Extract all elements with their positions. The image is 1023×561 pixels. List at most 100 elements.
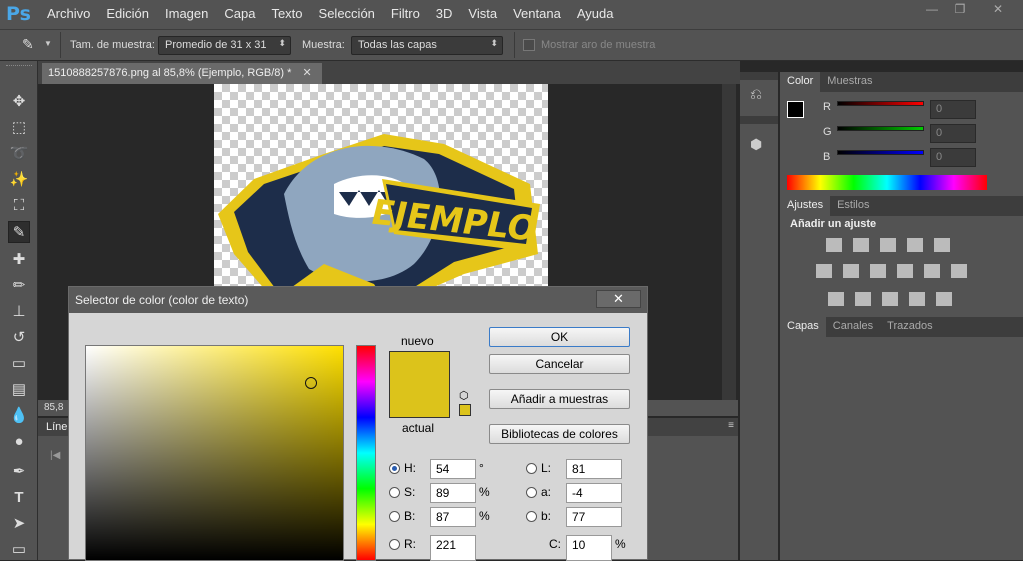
black-white-icon[interactable] xyxy=(870,264,886,278)
menu-filtro[interactable]: Filtro xyxy=(391,6,420,21)
gradient-map-icon[interactable] xyxy=(936,292,952,306)
green-slider[interactable] xyxy=(837,126,924,131)
vibrance-icon[interactable] xyxy=(934,238,950,252)
timeline-tab[interactable]: Líne xyxy=(46,421,67,433)
history-panel-icon[interactable]: ⎌ xyxy=(750,86,762,103)
minimize-button[interactable]: — xyxy=(922,2,942,16)
tab-canales[interactable]: Canales xyxy=(826,317,880,337)
eyedropper-tool-preset-icon[interactable]: ✎ xyxy=(22,36,40,54)
first-frame-icon[interactable]: |◀ xyxy=(50,450,60,461)
hue-field[interactable]: 54 xyxy=(430,459,476,479)
selective-color-icon[interactable] xyxy=(909,292,925,306)
tab-trazados[interactable]: Trazados xyxy=(880,317,939,337)
type-tool-icon[interactable]: T xyxy=(8,487,30,509)
hue-radio[interactable] xyxy=(389,463,400,474)
b-channel-radio[interactable] xyxy=(526,511,537,522)
eraser-tool-icon[interactable]: ▭ xyxy=(8,353,30,375)
chevron-down-icon[interactable]: ▼ xyxy=(44,39,52,48)
cancel-button[interactable]: Cancelar xyxy=(489,354,630,374)
eyedropper-tool-icon[interactable]: ✎ xyxy=(8,221,30,243)
menu-capa[interactable]: Capa xyxy=(224,6,255,21)
menu-seleccion[interactable]: Selección xyxy=(319,6,375,21)
menu-ayuda[interactable]: Ayuda xyxy=(577,6,614,21)
lasso-tool-icon[interactable]: ➰ xyxy=(8,143,30,165)
gamut-warning-cube-icon[interactable]: ⬡ xyxy=(459,389,469,402)
red-value-field[interactable]: 0 xyxy=(930,100,976,119)
a-channel-radio[interactable] xyxy=(526,487,537,498)
red-radio[interactable] xyxy=(389,539,400,550)
crop-tool-icon[interactable]: ⛶ xyxy=(8,195,30,217)
sample-select[interactable]: Todas las capas ⬍ xyxy=(351,36,503,55)
document-tab[interactable]: 1510888257876.png al 85,8% (Ejemplo, RGB… xyxy=(42,63,322,84)
blur-tool-icon[interactable]: 💧 xyxy=(8,405,30,427)
pen-tool-icon[interactable]: ✒ xyxy=(8,461,30,483)
brightness-radio[interactable] xyxy=(389,511,400,522)
invert-icon[interactable] xyxy=(828,292,844,306)
levels-icon[interactable] xyxy=(853,238,869,252)
blue-slider[interactable] xyxy=(837,150,924,155)
cyan-field[interactable]: 10 xyxy=(566,535,612,561)
vertical-scrollbar[interactable] xyxy=(722,84,736,400)
color-lookup-icon[interactable] xyxy=(951,264,967,278)
color-field-cursor[interactable] xyxy=(305,377,317,389)
saturation-field[interactable]: 89 xyxy=(430,483,476,503)
show-ring-checkbox[interactable] xyxy=(523,39,535,51)
menu-edicion[interactable]: Edición xyxy=(106,6,149,21)
close-tab-icon[interactable]: ✕ xyxy=(302,67,311,79)
saturation-radio[interactable] xyxy=(389,487,400,498)
add-to-swatches-button[interactable]: Añadir a muestras xyxy=(489,389,630,409)
web-safe-color-swatch[interactable] xyxy=(459,404,471,416)
menu-3d[interactable]: 3D xyxy=(436,6,453,21)
tab-muestras[interactable]: Muestras xyxy=(820,72,879,92)
brightness-contrast-icon[interactable] xyxy=(826,238,842,252)
restore-button[interactable]: ❐ xyxy=(950,2,970,16)
color-field[interactable] xyxy=(85,345,344,561)
document-canvas[interactable]: EJEMPLO xyxy=(214,84,548,300)
magic-wand-tool-icon[interactable]: ✨ xyxy=(8,169,30,191)
tab-estilos[interactable]: Estilos xyxy=(830,196,876,216)
marquee-tool-icon[interactable]: ⬚ xyxy=(8,117,30,139)
color-libraries-button[interactable]: Bibliotecas de colores xyxy=(489,424,630,444)
red-slider[interactable] xyxy=(837,101,924,106)
path-selection-tool-icon[interactable]: ➤ xyxy=(8,513,30,535)
blue-value-field[interactable]: 0 xyxy=(930,148,976,167)
ok-button[interactable]: OK xyxy=(489,327,630,347)
exposure-icon[interactable] xyxy=(907,238,923,252)
3d-panel-icon[interactable]: ⬢ xyxy=(750,136,762,153)
clone-stamp-tool-icon[interactable]: ⊥ xyxy=(8,301,30,323)
menu-ventana[interactable]: Ventana xyxy=(513,6,561,21)
menu-archivo[interactable]: Archivo xyxy=(47,6,90,21)
close-window-button[interactable]: ✕ xyxy=(988,2,1008,16)
gradient-tool-icon[interactable]: ▤ xyxy=(8,379,30,401)
history-brush-tool-icon[interactable]: ↺ xyxy=(8,327,30,349)
lightness-field[interactable]: 81 xyxy=(566,459,622,479)
dialog-close-button[interactable]: ✕ xyxy=(596,290,641,308)
hue-saturation-icon[interactable] xyxy=(816,264,832,278)
dodge-tool-icon[interactable]: ● xyxy=(8,431,30,453)
color-spectrum-bar[interactable] xyxy=(787,175,987,190)
curves-icon[interactable] xyxy=(880,238,896,252)
green-value-field[interactable]: 0 xyxy=(930,124,976,143)
menu-vista[interactable]: Vista xyxy=(468,6,497,21)
rectangle-tool-icon[interactable]: ▭ xyxy=(8,539,30,561)
hue-slider[interactable] xyxy=(356,345,376,561)
a-channel-field[interactable]: -4 xyxy=(566,483,622,503)
menu-texto[interactable]: Texto xyxy=(271,6,302,21)
threshold-icon[interactable] xyxy=(882,292,898,306)
photo-filter-icon[interactable] xyxy=(897,264,913,278)
tab-ajustes[interactable]: Ajustes xyxy=(780,196,831,216)
move-tool-icon[interactable]: ✥ xyxy=(8,91,30,113)
brightness-field[interactable]: 87 xyxy=(430,507,476,527)
healing-brush-tool-icon[interactable]: ✚ xyxy=(8,249,30,271)
red-field[interactable]: 221 xyxy=(430,535,476,561)
sample-size-select[interactable]: Promedio de 31 x 31 ⬍ xyxy=(158,36,291,55)
channel-mixer-icon[interactable] xyxy=(924,264,940,278)
posterize-icon[interactable] xyxy=(855,292,871,306)
panel-menu-icon[interactable]: ≡ xyxy=(728,420,734,431)
tab-color[interactable]: Color xyxy=(780,72,821,92)
tab-capas[interactable]: Capas xyxy=(780,317,826,337)
foreground-color-swatch[interactable] xyxy=(787,101,804,118)
color-balance-icon[interactable] xyxy=(843,264,859,278)
lightness-radio[interactable] xyxy=(526,463,537,474)
b-channel-field[interactable]: 77 xyxy=(566,507,622,527)
